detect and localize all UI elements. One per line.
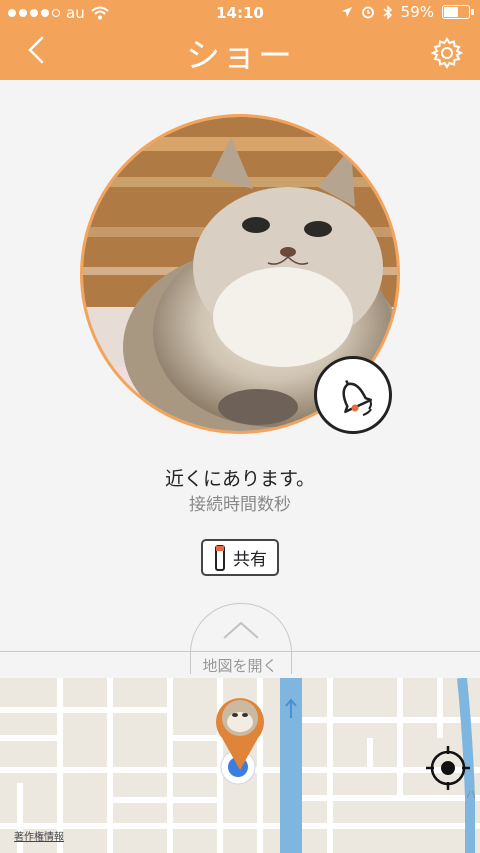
alarm-icon (361, 6, 374, 19)
share-tag-icon (215, 544, 225, 571)
share-button[interactable]: 共有 (201, 539, 279, 576)
proximity-status: 近くにあります。 (164, 468, 316, 490)
settings-button[interactable] (430, 36, 464, 70)
ring-bell-button[interactable] (314, 356, 392, 434)
battery-percentage: 59% (400, 3, 434, 21)
bell-icon (342, 379, 373, 416)
pet-location-pin[interactable] (214, 692, 266, 772)
copyright-link[interactable]: 著作権情報 (14, 828, 64, 843)
location-arrow-icon (341, 7, 352, 17)
status-bar: au 14:10 59% (0, 0, 480, 26)
battery-icon (442, 5, 474, 19)
bluetooth-icon (383, 4, 392, 20)
open-map-label[interactable]: 地図を開く (0, 655, 480, 676)
page-title: ショー (186, 36, 294, 76)
share-label: 共有 (233, 550, 267, 570)
connection-duration: 接続時間数秒 (189, 495, 291, 515)
recenter-location-icon[interactable] (424, 744, 472, 792)
map-view[interactable]: ハ (0, 678, 480, 853)
gear-icon (430, 37, 464, 69)
chevron-up-icon (223, 621, 259, 639)
